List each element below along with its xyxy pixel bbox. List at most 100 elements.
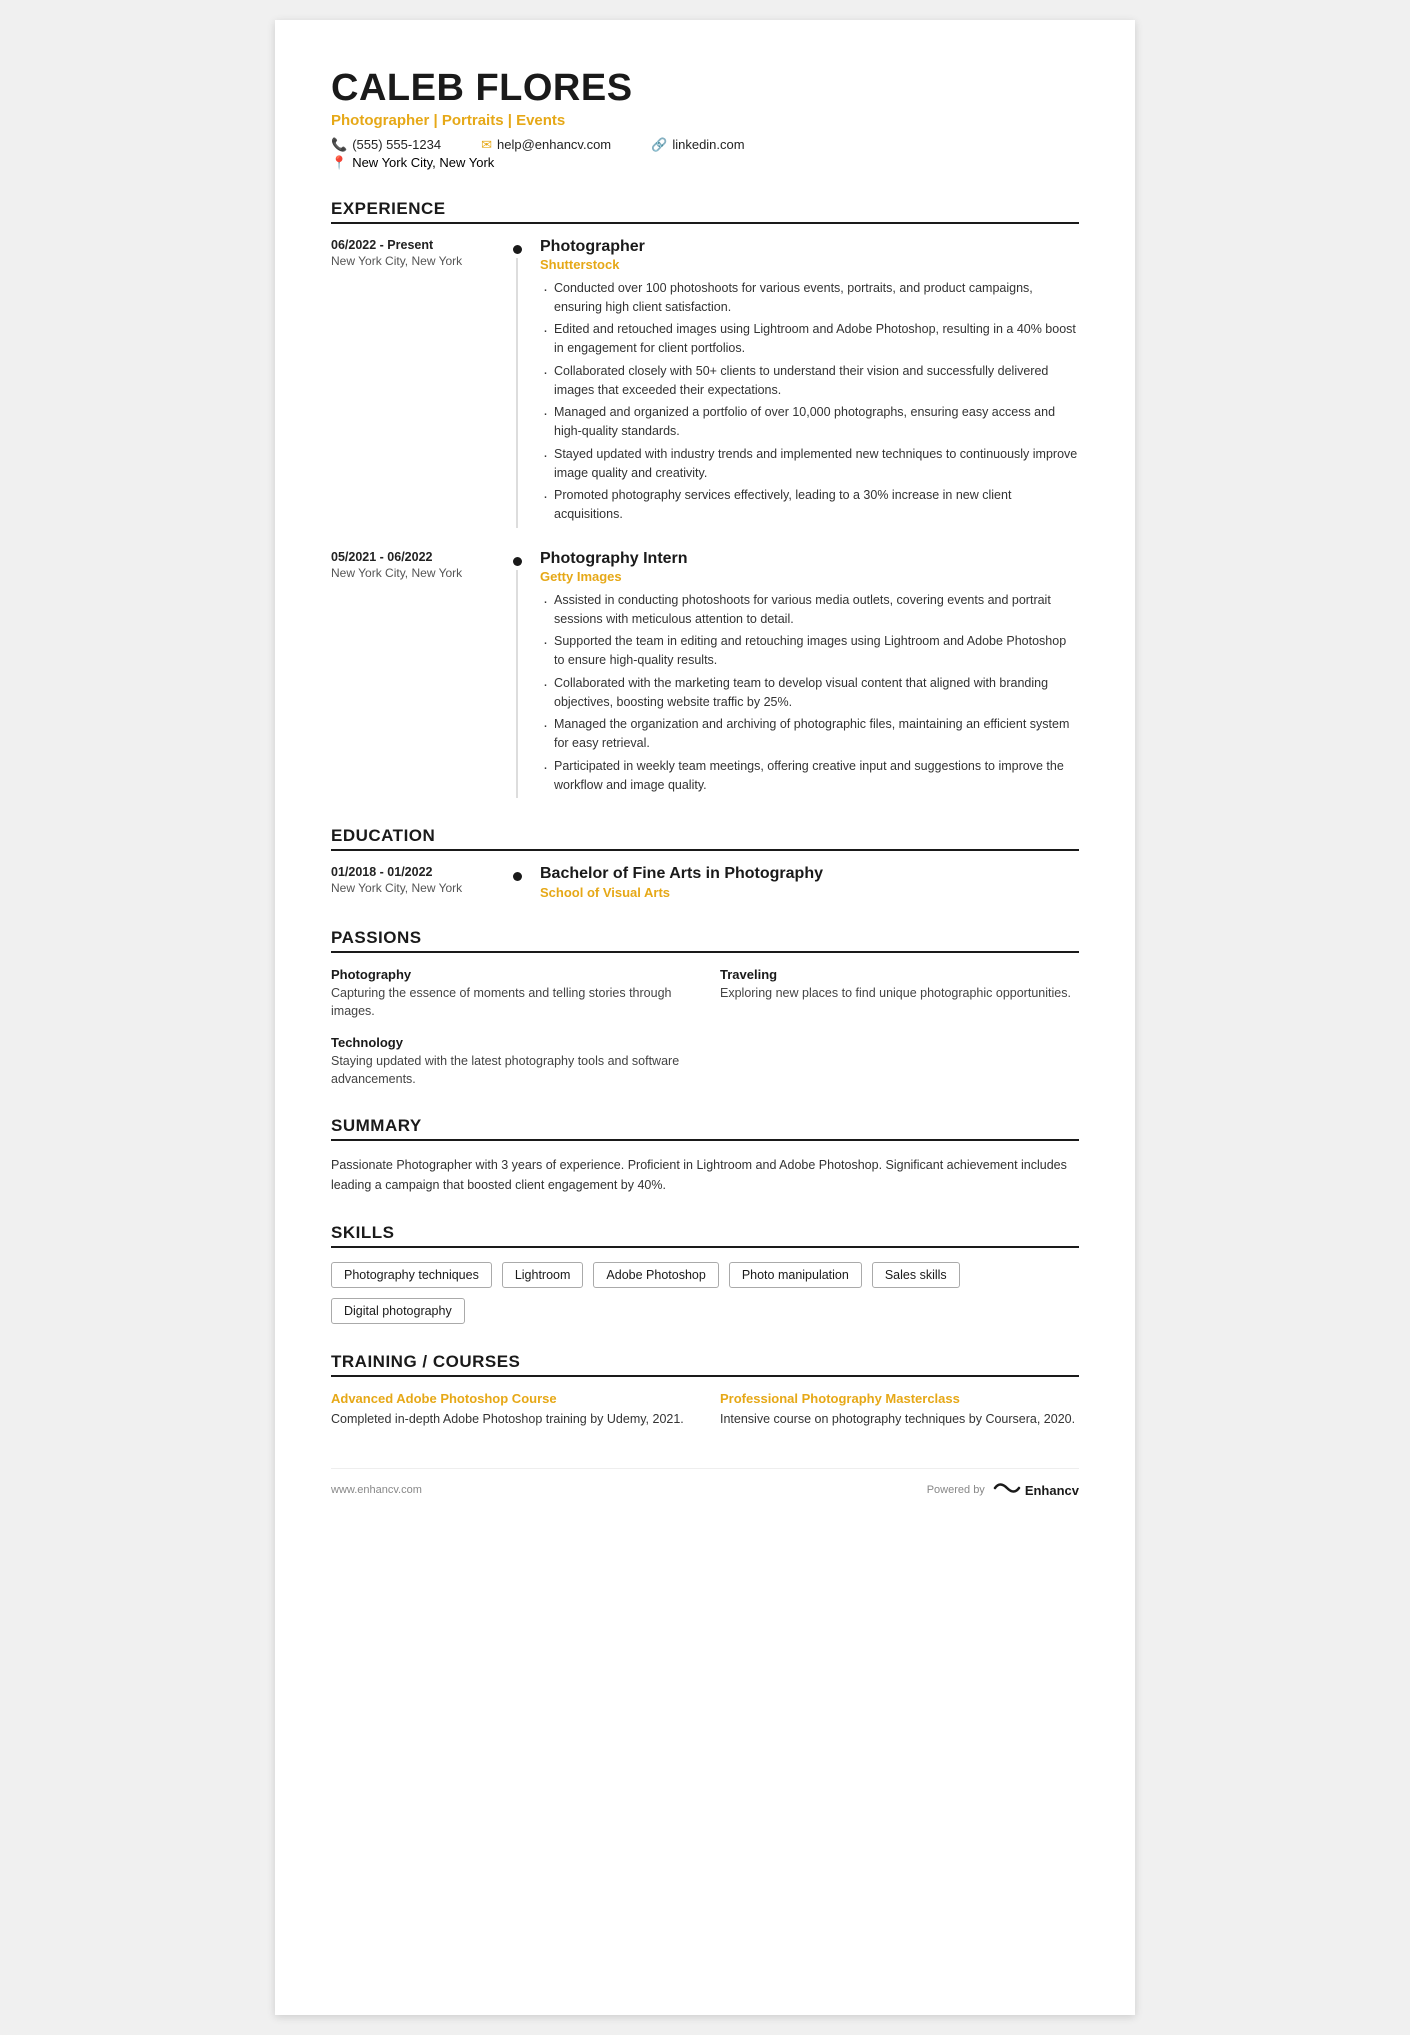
exp-content-2: Photography Intern Getty Images Assisted… <box>528 550 1079 799</box>
passion-title-1: Traveling <box>720 967 1079 982</box>
location-text: New York City, New York <box>352 155 494 170</box>
training-title-0: Advanced Adobe Photoshop Course <box>331 1391 690 1406</box>
passion-desc-1: Exploring new places to find unique phot… <box>720 984 1079 1002</box>
linkedin-icon: 🔗 <box>651 137 667 153</box>
training-section-title: TRAINING / COURSES <box>331 1352 1079 1377</box>
experience-item-2: 05/2021 - 06/2022 New York City, New Yor… <box>331 550 1079 799</box>
passion-item-2: Technology Staying updated with the late… <box>331 1035 690 1088</box>
exp-date-2: 05/2021 - 06/2022 <box>331 550 496 564</box>
phone-number: (555) 555-1234 <box>352 137 441 152</box>
exp-bullet-1-3: Managed and organized a portfolio of ove… <box>540 403 1079 441</box>
experience-item-1: 06/2022 - Present New York City, New Yor… <box>331 238 1079 528</box>
summary-section: SUMMARY Passionate Photographer with 3 y… <box>331 1116 1079 1195</box>
skills-section-title: SKILLS <box>331 1223 1079 1248</box>
skill-0: Photography techniques <box>331 1262 492 1288</box>
exp-date-col-2: 05/2021 - 06/2022 New York City, New Yor… <box>331 550 506 799</box>
edu-degree-1: Bachelor of Fine Arts in Photography <box>540 865 1079 883</box>
passion-item-0: Photography Capturing the essence of mom… <box>331 967 690 1020</box>
exp-location-2: New York City, New York <box>331 566 496 580</box>
exp-content-1: Photographer Shutterstock Conducted over… <box>528 238 1079 528</box>
exp-bullet-2-3: Managed the organization and archiving o… <box>540 715 1079 753</box>
education-section: EDUCATION 01/2018 - 01/2022 New York Cit… <box>331 826 1079 900</box>
phone-icon: 📞 <box>331 137 347 153</box>
exp-date-col-1: 06/2022 - Present New York City, New Yor… <box>331 238 506 528</box>
contact-row: 📞 (555) 555-1234 ✉ help@enhancv.com 🔗 li… <box>331 137 1079 153</box>
exp-company-1: Shutterstock <box>540 257 1079 272</box>
exp-dot-col-2 <box>506 550 528 799</box>
training-title-1: Professional Photography Masterclass <box>720 1391 1079 1406</box>
exp-bullet-1-0: Conducted over 100 photoshoots for vario… <box>540 279 1079 317</box>
edu-date-1: 01/2018 - 01/2022 <box>331 865 506 879</box>
exp-bullet-1-5: Promoted photography services effectivel… <box>540 486 1079 524</box>
skill-1: Lightroom <box>502 1262 584 1288</box>
enhancv-brand-name: Enhancv <box>1025 1483 1079 1498</box>
exp-date-1: 06/2022 - Present <box>331 238 496 252</box>
enhancv-logo-mark <box>993 1479 1021 1502</box>
passion-desc-0: Capturing the essence of moments and tel… <box>331 984 690 1020</box>
email-address: help@enhancv.com <box>497 137 611 152</box>
summary-section-title: SUMMARY <box>331 1116 1079 1141</box>
exp-company-2: Getty Images <box>540 569 1079 584</box>
header: CALEB FLORES Photographer | Portraits | … <box>331 68 1079 171</box>
edu-date-col-1: 01/2018 - 01/2022 New York City, New Yor… <box>331 865 506 900</box>
enhancv-logo: Enhancv <box>993 1479 1079 1502</box>
training-section: TRAINING / COURSES Advanced Adobe Photos… <box>331 1352 1079 1428</box>
exp-line-1 <box>516 258 518 528</box>
skills-section: SKILLS Photography techniques Lightroom … <box>331 1223 1079 1324</box>
exp-bullet-2-2: Collaborated with the marketing team to … <box>540 674 1079 712</box>
exp-bullet-1-4: Stayed updated with industry trends and … <box>540 445 1079 483</box>
exp-job-title-2: Photography Intern <box>540 550 1079 568</box>
training-grid: Advanced Adobe Photoshop Course Complete… <box>331 1391 1079 1428</box>
linkedin-item: 🔗 linkedin.com <box>651 137 744 153</box>
education-item-1: 01/2018 - 01/2022 New York City, New Yor… <box>331 865 1079 900</box>
passions-section: PASSIONS Photography Capturing the essen… <box>331 928 1079 1088</box>
passion-title-2: Technology <box>331 1035 690 1050</box>
passion-title-0: Photography <box>331 967 690 982</box>
exp-line-2 <box>516 570 518 799</box>
candidate-title: Photographer | Portraits | Events <box>331 112 1079 129</box>
experience-section: EXPERIENCE 06/2022 - Present New York Ci… <box>331 199 1079 799</box>
exp-dot-col-1 <box>506 238 528 528</box>
exp-dot-1 <box>513 245 522 254</box>
exp-job-title-1: Photographer <box>540 238 1079 256</box>
location-icon: 📍 <box>331 155 347 171</box>
exp-bullet-1-1: Edited and retouched images using Lightr… <box>540 320 1079 358</box>
skill-2: Adobe Photoshop <box>593 1262 718 1288</box>
passion-desc-2: Staying updated with the latest photogra… <box>331 1052 690 1088</box>
passions-section-title: PASSIONS <box>331 928 1079 953</box>
training-item-1: Professional Photography Masterclass Int… <box>720 1391 1079 1428</box>
summary-text: Passionate Photographer with 3 years of … <box>331 1155 1079 1195</box>
email-icon: ✉ <box>481 137 492 153</box>
skill-3: Photo manipulation <box>729 1262 862 1288</box>
linkedin-url: linkedin.com <box>672 137 744 152</box>
location-row: 📍 New York City, New York <box>331 155 1079 171</box>
exp-bullet-1-2: Collaborated closely with 50+ clients to… <box>540 362 1079 400</box>
edu-content-1: Bachelor of Fine Arts in Photography Sch… <box>528 865 1079 900</box>
edu-location-1: New York City, New York <box>331 881 506 895</box>
exp-bullets-2: Assisted in conducting photoshoots for v… <box>540 591 1079 795</box>
exp-dot-2 <box>513 557 522 566</box>
footer: www.enhancv.com Powered by Enhancv <box>331 1468 1079 1502</box>
experience-section-title: EXPERIENCE <box>331 199 1079 224</box>
exp-bullet-2-4: Participated in weekly team meetings, of… <box>540 757 1079 795</box>
education-section-title: EDUCATION <box>331 826 1079 851</box>
skill-5: Digital photography <box>331 1298 465 1324</box>
powered-by-text: Powered by <box>927 1484 985 1496</box>
training-desc-1: Intensive course on photography techniqu… <box>720 1410 1079 1428</box>
resume-document: CALEB FLORES Photographer | Portraits | … <box>275 20 1135 2015</box>
exp-bullets-1: Conducted over 100 photoshoots for vario… <box>540 279 1079 524</box>
edu-dot-col-1 <box>506 865 528 900</box>
skills-wrap: Photography techniques Lightroom Adobe P… <box>331 1262 1079 1324</box>
candidate-name: CALEB FLORES <box>331 68 1079 110</box>
exp-bullet-2-0: Assisted in conducting photoshoots for v… <box>540 591 1079 629</box>
email-item: ✉ help@enhancv.com <box>481 137 611 153</box>
exp-bullet-2-1: Supported the team in editing and retouc… <box>540 632 1079 670</box>
training-item-0: Advanced Adobe Photoshop Course Complete… <box>331 1391 690 1428</box>
footer-url: www.enhancv.com <box>331 1484 422 1496</box>
passion-item-1: Traveling Exploring new places to find u… <box>720 967 1079 1020</box>
phone-item: 📞 (555) 555-1234 <box>331 137 441 153</box>
exp-location-1: New York City, New York <box>331 254 496 268</box>
training-desc-0: Completed in-depth Adobe Photoshop train… <box>331 1410 690 1428</box>
edu-school-1: School of Visual Arts <box>540 885 1079 900</box>
edu-dot-1 <box>513 872 522 881</box>
